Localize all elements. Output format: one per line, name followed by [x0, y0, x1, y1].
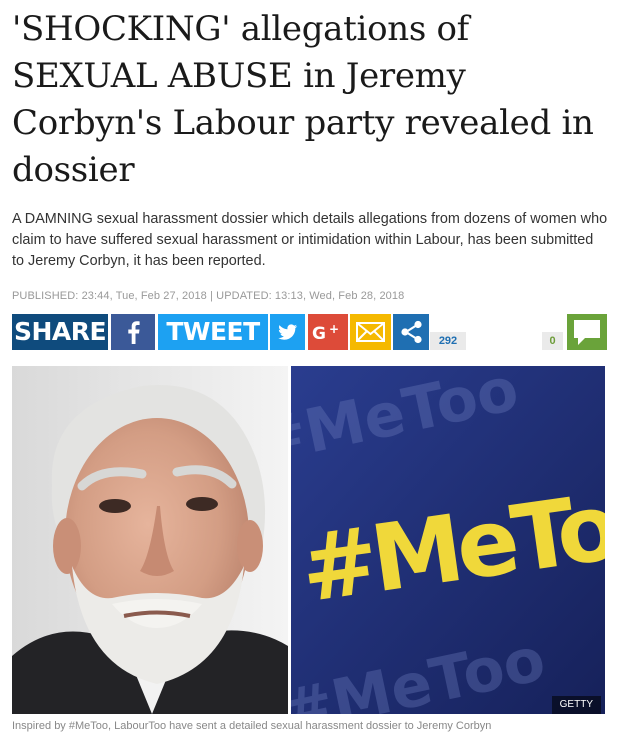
email-share-button[interactable] — [350, 314, 391, 350]
metoo-sign-illustration: #MeToo #MeToo #MeToo — [291, 366, 605, 714]
portrait-illustration — [12, 366, 288, 714]
facebook-icon — [128, 321, 140, 344]
twitter-share-button[interactable] — [270, 314, 305, 350]
email-icon — [356, 322, 385, 342]
share-count-badge: 292 — [430, 332, 466, 350]
google-plus-icon: G + — [312, 322, 339, 344]
corbyn-photo — [12, 366, 288, 714]
tweet-button[interactable]: TWEET — [158, 314, 268, 350]
twitter-icon — [278, 324, 298, 340]
article-standfirst: A DAMNING sexual harassment dossier whic… — [12, 211, 608, 269]
svg-text:G: G — [312, 324, 326, 344]
comment-count-badge: 0 — [542, 332, 563, 350]
metoo-photo: #MeToo #MeToo #MeToo GETTY — [291, 366, 605, 714]
facebook-share-button[interactable] — [111, 314, 155, 350]
share-icon — [401, 320, 422, 344]
article-headline: 'SHOCKING' allegations of SEXUAL ABUSE i… — [12, 9, 594, 190]
share-bar: SHARE TWEET G + 292 0 — [12, 314, 607, 350]
google-plus-share-button[interactable]: G + — [308, 314, 348, 350]
photo-credit: GETTY — [551, 696, 601, 714]
share-label: SHARE — [12, 314, 108, 350]
image-caption: Inspired by #MeToo, LabourToo have sent … — [12, 720, 492, 732]
article-dateline: PUBLISHED: 23:44, Tue, Feb 27, 2018 | UP… — [12, 290, 405, 302]
more-share-button[interactable] — [393, 314, 429, 350]
comments-button[interactable] — [567, 314, 607, 350]
comment-icon — [574, 320, 600, 345]
svg-text:+: + — [329, 322, 339, 336]
